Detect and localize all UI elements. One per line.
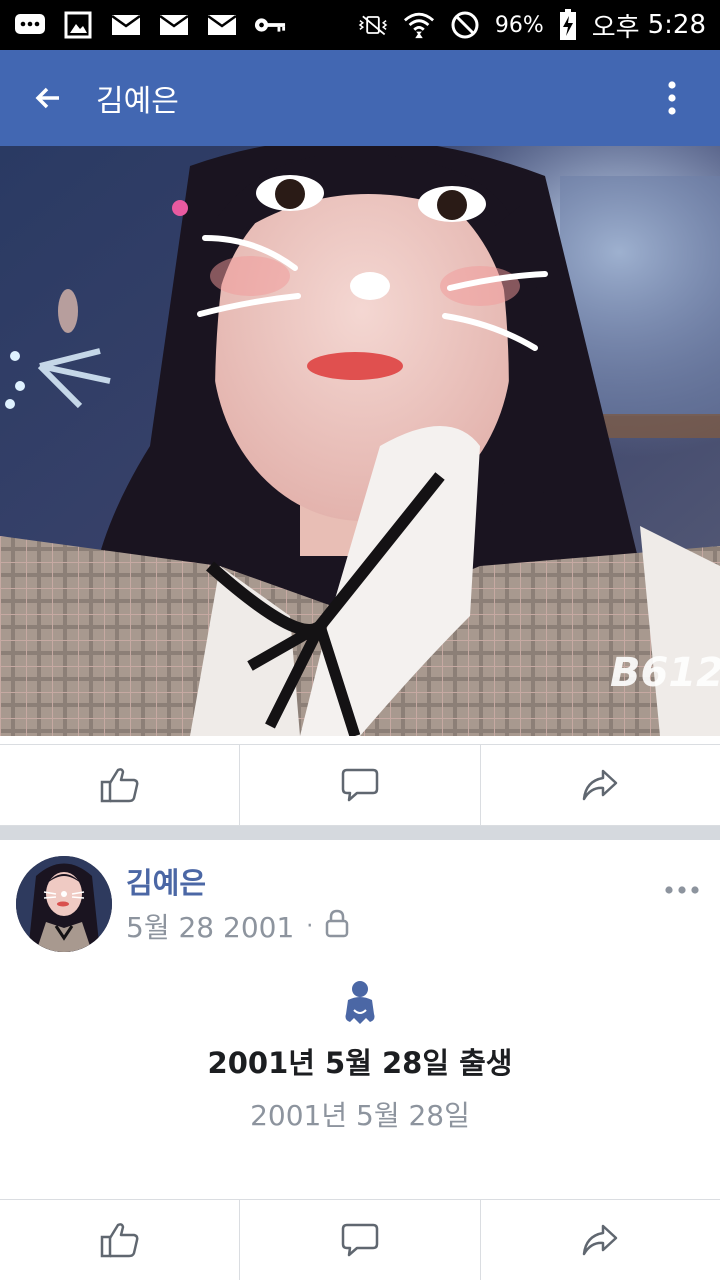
chat-icon	[14, 11, 46, 39]
life-event: 2001년 5월 28일 출생 2001년 5월 28일	[0, 980, 720, 1134]
block-icon	[449, 11, 481, 39]
status-time: 5:28	[647, 10, 706, 40]
mail-icon	[206, 11, 238, 39]
share-button[interactable]	[481, 1200, 720, 1280]
system-icons: 96% 오후 5:28	[357, 7, 706, 44]
event-date: 2001년 5월 28일	[250, 1099, 470, 1132]
overflow-menu-button[interactable]	[624, 50, 720, 146]
page-title: 김예은	[96, 84, 179, 119]
key-icon	[254, 11, 286, 39]
battery-charging-icon	[558, 9, 578, 40]
post-date[interactable]: 5월 28 2001	[126, 906, 294, 946]
meta-separator: ·	[306, 913, 314, 939]
lock-icon[interactable]	[325, 908, 349, 945]
image-icon	[62, 11, 94, 39]
like-button[interactable]	[0, 1200, 241, 1280]
comment-icon	[341, 1223, 379, 1257]
post-header: 김예은 5월 28 2001 ·	[0, 840, 720, 960]
share-icon	[583, 769, 618, 801]
post-action-bar	[0, 1199, 720, 1280]
like-button[interactable]	[0, 745, 241, 825]
baby-icon	[345, 981, 375, 1024]
wifi-icon	[403, 11, 435, 39]
post-photo[interactable]: B612	[0, 146, 720, 736]
status-bar: 96% 오후 5:28	[0, 0, 720, 50]
share-icon	[583, 1224, 618, 1256]
battery-percent: 96%	[494, 12, 544, 38]
more-vertical-icon	[668, 81, 676, 115]
photo-action-bar	[0, 744, 720, 826]
like-icon	[100, 1223, 139, 1258]
comment-button[interactable]	[240, 745, 481, 825]
status-ampm: 오후	[591, 12, 640, 43]
section-divider	[0, 826, 720, 840]
post-options-button[interactable]	[658, 870, 706, 910]
back-arrow-icon	[35, 87, 59, 109]
notification-icons	[14, 11, 286, 39]
event-title: 2001년 5월 28일 출생	[207, 1046, 513, 1080]
author-name[interactable]: 김예은	[126, 860, 206, 902]
comment-icon	[341, 768, 379, 802]
more-horizontal-icon	[665, 886, 699, 894]
app-bar: 김예은	[0, 50, 720, 146]
mail-icon	[110, 11, 142, 39]
photo-watermark: B612	[610, 650, 720, 696]
comment-button[interactable]	[240, 1200, 481, 1280]
like-icon	[100, 768, 139, 803]
avatar[interactable]	[16, 856, 112, 952]
back-button[interactable]	[0, 50, 96, 146]
mail-icon	[158, 11, 190, 39]
share-button[interactable]	[481, 745, 720, 825]
post-meta: 5월 28 2001 ·	[126, 906, 349, 946]
vibrate-icon	[357, 11, 389, 39]
